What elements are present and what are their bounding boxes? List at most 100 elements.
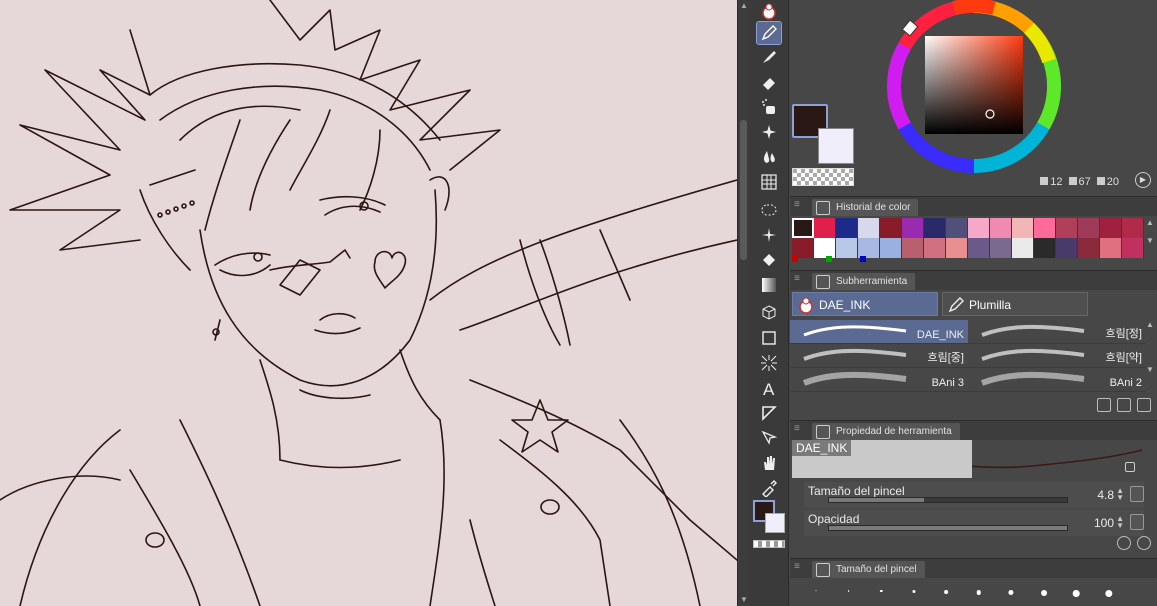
brush-size-row[interactable]: Tamaño del pincel 4.8 ▲ ▼ bbox=[804, 482, 1144, 508]
brush-size-value[interactable]: 4.8 bbox=[1097, 488, 1114, 502]
mini-transparent-color[interactable] bbox=[753, 540, 785, 548]
color-swatch[interactable] bbox=[1122, 218, 1144, 238]
lock-icon[interactable] bbox=[1125, 462, 1135, 472]
gradient-icon[interactable] bbox=[757, 274, 781, 296]
brush-size-slider[interactable] bbox=[828, 497, 1068, 503]
color-swatch[interactable] bbox=[990, 238, 1012, 258]
opacity-row[interactable]: Opacidad 100 ▲ ▼ bbox=[804, 510, 1144, 536]
color-swatch[interactable] bbox=[1100, 218, 1122, 238]
opacity-pressure-icon[interactable] bbox=[1130, 514, 1144, 530]
brush-size-preset[interactable] bbox=[833, 582, 866, 604]
operation-icon[interactable] bbox=[757, 427, 781, 449]
brush-item[interactable]: 흐림[약] bbox=[968, 344, 1146, 368]
brush-item[interactable]: DAE_INK bbox=[790, 320, 968, 344]
subtool-scroll-arrows[interactable]: ▲ ▼ bbox=[1145, 320, 1155, 394]
color-swatch[interactable] bbox=[968, 218, 990, 238]
auto-select-icon[interactable] bbox=[757, 224, 781, 246]
brush-item[interactable]: 흐림[정] bbox=[968, 320, 1146, 344]
color-swatch[interactable] bbox=[1056, 218, 1078, 238]
panel-grip-icon[interactable]: ≡ bbox=[794, 561, 800, 572]
pen-icon[interactable] bbox=[756, 21, 782, 45]
color-swatch[interactable] bbox=[880, 238, 902, 258]
eyedropper-icon[interactable] bbox=[757, 477, 781, 499]
color-swatch[interactable] bbox=[1012, 218, 1034, 238]
color-swatch[interactable] bbox=[1078, 218, 1100, 238]
color-swatch[interactable] bbox=[1056, 238, 1078, 258]
tab-brush-size[interactable]: Tamaño del pincel bbox=[812, 561, 925, 579]
opacity-value[interactable]: 100 bbox=[1094, 516, 1114, 530]
text-icon[interactable]: A bbox=[757, 377, 781, 399]
brush-size-preset[interactable] bbox=[1028, 582, 1061, 604]
color-swatch[interactable] bbox=[1100, 238, 1122, 258]
brush-size-pressure-icon[interactable] bbox=[1130, 486, 1144, 502]
drawing-canvas[interactable] bbox=[0, 0, 737, 606]
brush-item[interactable]: BAni 3 bbox=[790, 368, 968, 392]
sparkle-icon[interactable] bbox=[757, 121, 781, 143]
color-swatch[interactable] bbox=[1122, 238, 1144, 258]
panel-grip-icon[interactable]: ≡ bbox=[794, 199, 800, 210]
color-swatch[interactable] bbox=[814, 218, 836, 238]
blend-icon[interactable] bbox=[757, 146, 781, 168]
snowman-icon[interactable] bbox=[757, 0, 781, 22]
tab-subtool[interactable]: Subherramienta bbox=[812, 273, 916, 291]
color-swatch[interactable] bbox=[792, 238, 814, 258]
sub-color-swatch[interactable] bbox=[818, 128, 854, 164]
opacity-spinner-icon[interactable]: ▲ ▼ bbox=[1116, 515, 1124, 530]
color-swatch[interactable] bbox=[814, 238, 836, 258]
frame-icon[interactable] bbox=[757, 402, 781, 424]
duplicate-icon[interactable] bbox=[1117, 398, 1131, 412]
color-swatch[interactable] bbox=[902, 238, 924, 258]
airbrush-icon[interactable] bbox=[757, 96, 781, 118]
brush-size-preset[interactable] bbox=[1093, 582, 1126, 604]
brush-size-preset[interactable] bbox=[800, 582, 833, 604]
color-swatch[interactable] bbox=[902, 218, 924, 238]
panel-grip-icon[interactable]: ≡ bbox=[794, 273, 800, 284]
color-swatch[interactable] bbox=[1034, 238, 1056, 258]
brush-size-preset[interactable] bbox=[1060, 582, 1093, 604]
brush-size-spinner-icon[interactable]: ▲ ▼ bbox=[1116, 487, 1124, 502]
transparent-color-swatch[interactable] bbox=[792, 168, 854, 186]
color-swatch[interactable] bbox=[1078, 238, 1100, 258]
tab-color-history[interactable]: Historial de color bbox=[812, 199, 919, 217]
reset-icon[interactable] bbox=[1117, 536, 1131, 550]
fill-icon[interactable] bbox=[757, 249, 781, 271]
color-swatch[interactable] bbox=[858, 218, 880, 238]
color-swatch[interactable] bbox=[792, 218, 814, 238]
color-swatch[interactable] bbox=[858, 238, 880, 258]
color-swatch[interactable] bbox=[880, 218, 902, 238]
color-swatch[interactable] bbox=[924, 218, 946, 238]
opacity-slider[interactable] bbox=[828, 525, 1068, 531]
wrench-icon[interactable] bbox=[1137, 536, 1151, 550]
trash-icon[interactable] bbox=[1137, 398, 1151, 412]
mini-sub-color[interactable] bbox=[765, 513, 785, 533]
effect-line-icon[interactable] bbox=[757, 352, 781, 374]
brush-size-preset[interactable] bbox=[995, 582, 1028, 604]
color-swatch[interactable] bbox=[924, 238, 946, 258]
brush-size-preset[interactable] bbox=[930, 582, 963, 604]
history-scroll-arrows[interactable]: ▲ ▼ bbox=[1145, 218, 1155, 258]
color-swatch[interactable] bbox=[946, 238, 968, 258]
color-swatch[interactable] bbox=[990, 218, 1012, 238]
brush-item[interactable]: BAni 2 bbox=[968, 368, 1146, 392]
color-mode-toggle-icon[interactable]: ▶ bbox=[1135, 172, 1151, 188]
color-swatch[interactable] bbox=[968, 238, 990, 258]
canvas-vertical-scrollbar[interactable]: ▲ ▼ bbox=[737, 0, 749, 606]
tab-tool-property[interactable]: Propiedad de herramienta bbox=[812, 423, 960, 441]
import-icon[interactable] bbox=[1097, 398, 1111, 412]
hand-icon[interactable] bbox=[757, 452, 781, 474]
subtool-group-dae-ink[interactable]: DAE_INK bbox=[792, 292, 938, 316]
mini-color-indicator[interactable] bbox=[753, 500, 785, 536]
color-swatch[interactable] bbox=[1034, 218, 1056, 238]
eraser-icon[interactable] bbox=[757, 71, 781, 93]
figure-3d-icon[interactable] bbox=[757, 302, 781, 324]
brush-size-preset[interactable] bbox=[963, 582, 996, 604]
rectangle-icon[interactable] bbox=[757, 327, 781, 349]
grid-icon[interactable] bbox=[757, 171, 781, 193]
brush-size-preset[interactable] bbox=[865, 582, 898, 604]
color-swatch[interactable] bbox=[836, 218, 858, 238]
brush-size-preset[interactable] bbox=[898, 582, 931, 604]
subtool-group-plumilla[interactable]: Plumilla bbox=[942, 292, 1088, 316]
panel-grip-icon[interactable]: ≡ bbox=[794, 423, 800, 434]
color-swatch[interactable] bbox=[1012, 238, 1034, 258]
scrollbar-thumb[interactable] bbox=[740, 120, 747, 260]
